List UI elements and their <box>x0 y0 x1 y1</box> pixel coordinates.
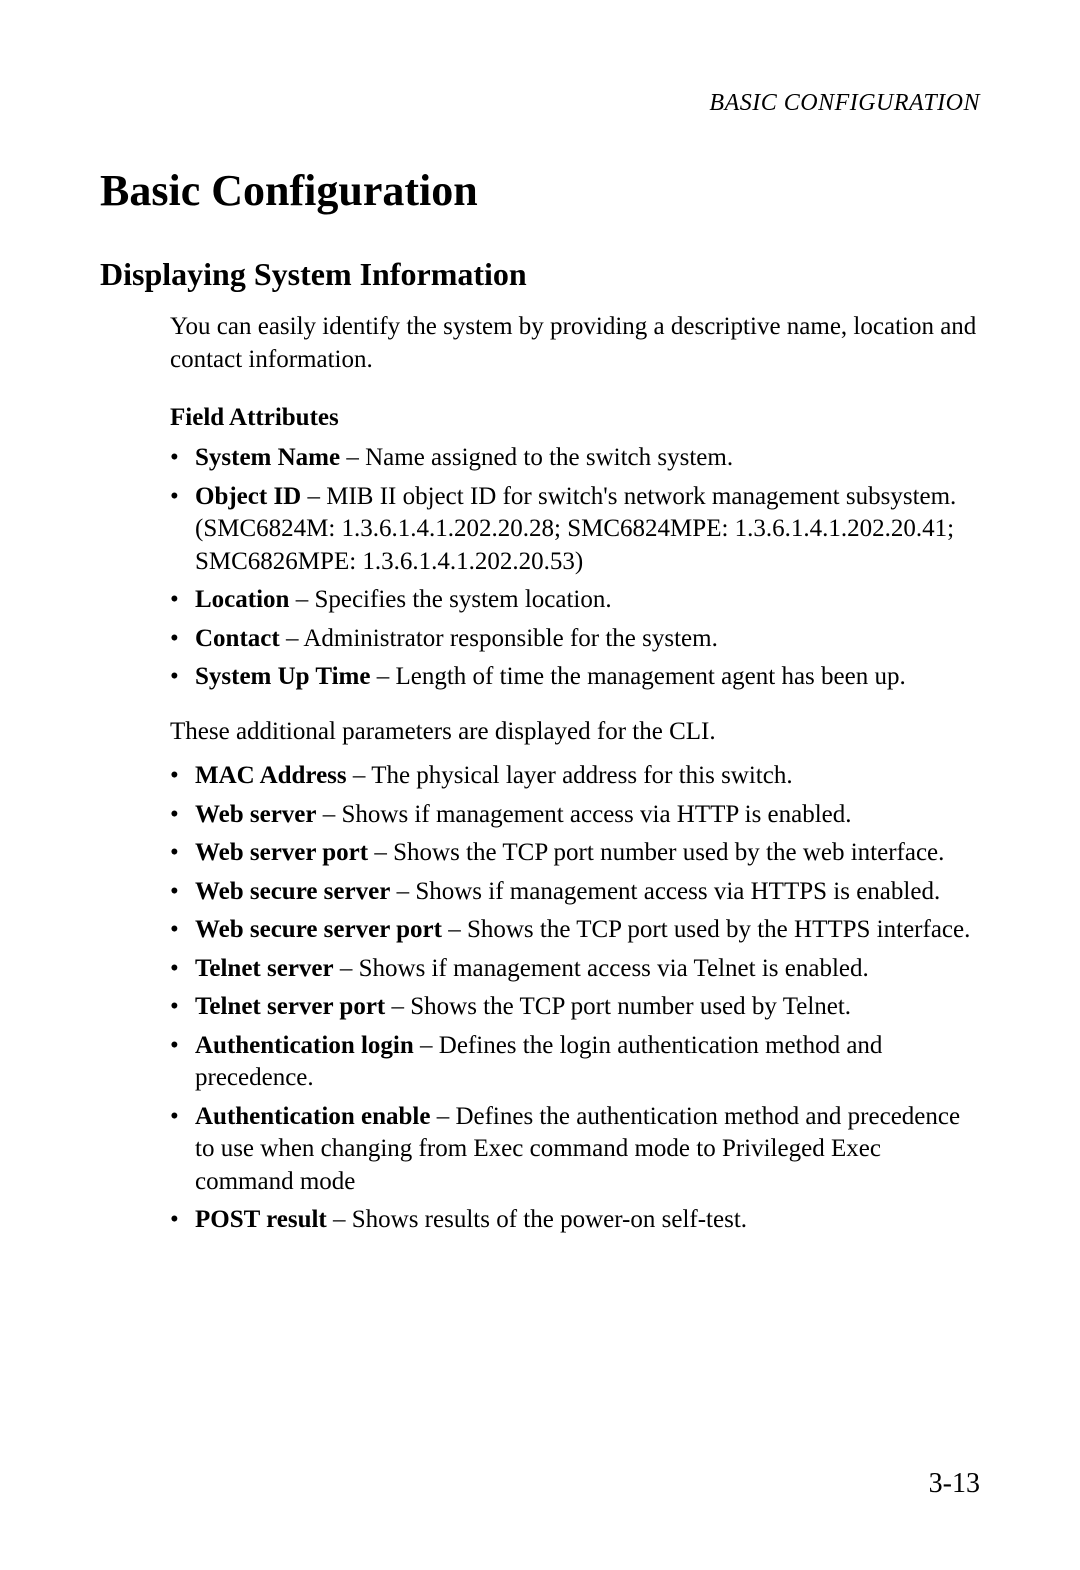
list-item: Telnet server – Shows if management acce… <box>170 953 980 986</box>
list-item: Authentication enable – Defines the auth… <box>170 1101 980 1199</box>
field-attributes-heading: Field Attributes <box>170 404 980 432</box>
page-number: 3-13 <box>929 1468 980 1500</box>
list-item-desc: – Shows results of the power-on self-tes… <box>327 1206 747 1233</box>
list-item: Web secure server – Shows if management … <box>170 876 980 909</box>
list-item: Web secure server port – Shows the TCP p… <box>170 914 980 947</box>
list-item-term: Web server <box>195 801 316 828</box>
list-item: Telnet server port – Shows the TCP port … <box>170 991 980 1024</box>
list-item: System Up Time – Length of time the mana… <box>170 661 980 694</box>
list-item: Contact – Administrator responsible for … <box>170 623 980 656</box>
list-item: Object ID – MIB II object ID for switch'… <box>170 481 980 579</box>
list-item-desc: – The physical layer address for this sw… <box>347 762 793 789</box>
cli-params-paragraph: These additional parameters are displaye… <box>170 716 980 749</box>
list-item-term: System Up Time <box>195 663 370 690</box>
list-item-desc: – Shows the TCP port number used by the … <box>368 839 944 866</box>
section-heading: Displaying System Information <box>100 256 980 293</box>
list-item-term: POST result <box>195 1206 327 1233</box>
list-item: System Name – Name assigned to the switc… <box>170 442 980 475</box>
list-item-desc: – Shows the TCP port used by the HTTPS i… <box>442 916 970 943</box>
cli-params-list: MAC Address – The physical layer address… <box>170 760 980 1237</box>
list-item-term: Authentication login <box>195 1032 414 1059</box>
running-header: BASIC CONFIGURATION <box>100 90 980 117</box>
list-item-term: System Name <box>195 444 340 471</box>
list-item-desc: – MIB II object ID for switch's network … <box>195 483 956 575</box>
list-item: POST result – Shows results of the power… <box>170 1204 980 1237</box>
list-item-desc: – Administrator responsible for the syst… <box>280 625 718 652</box>
list-item-desc: – Shows if management access via HTTPS i… <box>390 878 940 905</box>
list-item: Web server port – Shows the TCP port num… <box>170 837 980 870</box>
list-item-term: Telnet server port <box>195 993 385 1020</box>
page-title: Basic Configuration <box>100 165 980 216</box>
list-item-term: Telnet server <box>195 955 334 982</box>
list-item: Authentication login – Defines the login… <box>170 1030 980 1095</box>
list-item-term: Contact <box>195 625 280 652</box>
list-item: Web server – Shows if management access … <box>170 799 980 832</box>
list-item-desc: – Shows if management access via Telnet … <box>334 955 869 982</box>
list-item: MAC Address – The physical layer address… <box>170 760 980 793</box>
list-item-term: Web server port <box>195 839 368 866</box>
list-item-term: Object ID <box>195 483 301 510</box>
list-item-term: Web secure server <box>195 878 390 905</box>
list-item: Location – Specifies the system location… <box>170 584 980 617</box>
list-item-desc: – Length of time the management agent ha… <box>370 663 905 690</box>
field-attributes-list: System Name – Name assigned to the switc… <box>170 442 980 694</box>
intro-paragraph: You can easily identify the system by pr… <box>170 311 980 376</box>
list-item-term: Authentication enable <box>195 1103 430 1130</box>
list-item-desc: – Shows if management access via HTTP is… <box>316 801 851 828</box>
list-item-term: Location <box>195 586 289 613</box>
list-item-term: MAC Address <box>195 762 347 789</box>
list-item-term: Web secure server port <box>195 916 442 943</box>
list-item-desc: – Shows the TCP port number used by Teln… <box>385 993 851 1020</box>
list-item-desc: – Specifies the system location. <box>289 586 611 613</box>
list-item-desc: – Name assigned to the switch system. <box>340 444 733 471</box>
